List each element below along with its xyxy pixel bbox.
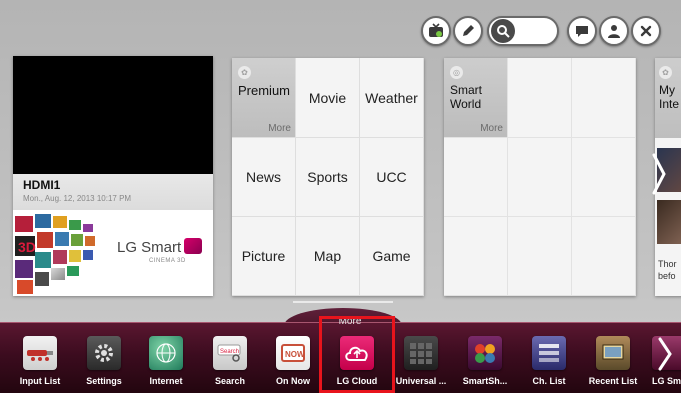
app-label: Ch. List xyxy=(532,376,566,386)
datetime: Mon., Aug. 12, 2013 10:17 PM xyxy=(23,194,132,203)
my-interests-label: My Inte xyxy=(659,83,681,111)
app-label: Input List xyxy=(19,376,61,386)
my-interests-text: Thor befo xyxy=(658,258,677,282)
premium-panel: ✿ Premium More Movie Weather News Sports… xyxy=(232,58,424,296)
chat-icon[interactable] xyxy=(567,16,597,46)
chevron-right-icon[interactable] xyxy=(650,150,668,198)
premium-icon: ✿ xyxy=(238,66,251,79)
ad-subtitle: CINEMA 3D xyxy=(149,258,186,264)
smart-world-tile[interactable] xyxy=(508,217,572,296)
app-label: LG Sma xyxy=(651,376,681,386)
app-universal-control[interactable]: Universal ... xyxy=(392,330,450,390)
smart-world-tile[interactable] xyxy=(572,217,636,296)
app-internet[interactable]: Internet xyxy=(137,330,195,390)
smart-world-tile[interactable] xyxy=(444,217,508,296)
premium-more-link[interactable]: More xyxy=(268,123,291,134)
app-settings[interactable]: Settings xyxy=(75,330,133,390)
lg-smart-logo-text: LG Smart xyxy=(117,239,182,256)
input-list-icon xyxy=(23,336,57,370)
svg-text:3D: 3D xyxy=(18,239,36,255)
tile-news[interactable]: News xyxy=(232,138,296,217)
gear-icon xyxy=(87,336,121,370)
smart-world-tile[interactable] xyxy=(572,58,636,138)
live-tv-preview[interactable] xyxy=(13,56,213,174)
app-smartshare[interactable]: SmartSh... xyxy=(456,330,514,390)
my-interests-text-line1: Thor xyxy=(658,259,677,269)
search-icon xyxy=(491,19,515,43)
smart-world-label: Smart World xyxy=(450,83,501,111)
tile-ucc[interactable]: UCC xyxy=(360,138,424,217)
panel-scrollbar[interactable] xyxy=(293,301,393,303)
smart-world-label-line1: Smart xyxy=(450,83,483,97)
recent-list-icon xyxy=(596,336,630,370)
premium-header[interactable]: ✿ Premium More xyxy=(232,58,296,138)
hdmi-info: HDMI1 Mon., Aug. 12, 2013 10:17 PM xyxy=(13,174,213,210)
svg-text:Search: Search xyxy=(220,349,239,355)
search-icon: Search xyxy=(213,336,247,370)
lg-smart-logo: LG Smart xyxy=(117,238,203,256)
smartshare-icon xyxy=(468,336,502,370)
input-name: HDMI1 xyxy=(23,178,61,192)
smart-world-tile[interactable] xyxy=(572,138,636,217)
tile-weather[interactable]: Weather xyxy=(360,58,424,138)
tv-network-icon[interactable] xyxy=(421,16,451,46)
smart-world-icon: ◎ xyxy=(450,66,463,79)
app-label: SmartSh... xyxy=(462,376,508,386)
smart-world-label-line2: World xyxy=(450,97,482,111)
my-interests-label-line1: My xyxy=(659,83,675,97)
my-interests-header[interactable]: ✿ My Inte xyxy=(655,58,681,138)
tile-game[interactable]: Game xyxy=(360,217,424,296)
top-toolbar xyxy=(421,16,681,48)
app-label: Settings xyxy=(86,376,122,386)
my-interests-text-line2: befo xyxy=(658,271,676,281)
pencil-icon[interactable] xyxy=(453,16,483,46)
channel-list-icon xyxy=(532,336,566,370)
lg-smart-ad[interactable]: 3D LG Smart CINEMA 3D xyxy=(13,210,213,296)
lg-cloud-highlight xyxy=(319,316,395,393)
app-channel-list[interactable]: Ch. List xyxy=(520,330,578,390)
app-label: Universal ... xyxy=(395,376,447,386)
smart-world-tile[interactable] xyxy=(508,58,572,138)
app-label: Internet xyxy=(149,376,183,386)
premium-label: Premium xyxy=(238,83,291,98)
app-search[interactable]: Search Search xyxy=(201,330,259,390)
hdmi-panel[interactable]: HDMI1 Mon., Aug. 12, 2013 10:17 PM 3D LG… xyxy=(13,56,213,296)
app-on-now[interactable]: NOW On Now xyxy=(264,330,322,390)
tile-picture[interactable]: Picture xyxy=(232,217,296,296)
smart-world-panel: ◎ Smart World More xyxy=(444,58,636,296)
smart-world-header[interactable]: ◎ Smart World More xyxy=(444,58,508,138)
my-interests-icon: ✿ xyxy=(659,66,672,79)
tile-movie[interactable]: Movie xyxy=(296,58,360,138)
smart-world-tile[interactable] xyxy=(508,138,572,217)
search-field[interactable] xyxy=(487,16,559,46)
app-label: On Now xyxy=(276,376,310,386)
smart-tv-badge-icon xyxy=(184,238,203,254)
smart-world-tile[interactable] xyxy=(444,138,508,217)
globe-icon xyxy=(149,336,183,370)
app-recent-list[interactable]: Recent List xyxy=(584,330,642,390)
tile-sports[interactable]: Sports xyxy=(296,138,360,217)
app-label: Search xyxy=(214,376,246,386)
close-icon[interactable] xyxy=(631,16,661,46)
tile-map[interactable]: Map xyxy=(296,217,360,296)
keypad-icon xyxy=(404,336,438,370)
svg-text:NOW: NOW xyxy=(285,350,305,359)
smart-world-more-link[interactable]: More xyxy=(480,123,503,134)
video-thumbnail[interactable] xyxy=(657,200,681,244)
my-interests-label-line2: Inte xyxy=(659,97,680,111)
on-now-icon: NOW xyxy=(276,336,310,370)
app-tiles-graphic: 3D xyxy=(13,210,111,296)
person-icon[interactable] xyxy=(599,16,629,46)
app-input-list[interactable]: Input List xyxy=(11,330,69,390)
launcher-next-chevron-icon[interactable] xyxy=(654,334,676,374)
